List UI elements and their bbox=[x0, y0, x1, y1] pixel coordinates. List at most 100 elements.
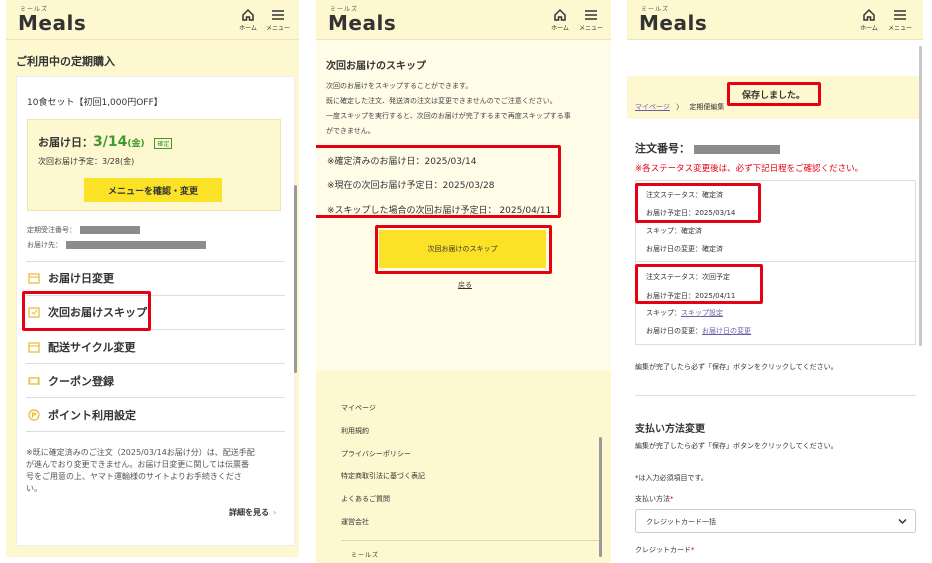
highlight-dates bbox=[316, 145, 561, 218]
hamburger-icon bbox=[894, 10, 906, 20]
block2-skip: スキップ：スキップ設定 bbox=[646, 308, 723, 318]
payment-method-select[interactable]: クレジットカード一括 bbox=[635, 509, 916, 533]
home-label: ホーム bbox=[860, 25, 878, 32]
save-note: 編集が完了したら必ず「保存」ボタンをクリックしてください。 bbox=[635, 363, 838, 371]
desc-line: 次回のお届けをスキップすることができます。 bbox=[326, 82, 473, 90]
payment-method-value: クレジットカード一括 bbox=[646, 518, 716, 526]
highlight-saved-message bbox=[727, 82, 821, 106]
note-line: ※既に確定済みのご注文（2025/03/14お届け分）は、配送手配 bbox=[26, 448, 255, 457]
home-button[interactable]: ホーム bbox=[235, 8, 261, 32]
points-icon: P bbox=[28, 409, 40, 421]
order-number-label: 定期受注番号： bbox=[27, 226, 76, 234]
home-button[interactable]: ホーム bbox=[856, 8, 882, 32]
details-link[interactable]: 詳細を見る › bbox=[229, 507, 276, 518]
status-warning: ※各ステータス変更後は、必ず下記日程をご確認ください。 bbox=[635, 164, 864, 174]
home-icon bbox=[863, 8, 875, 21]
cycle-calendar-icon bbox=[28, 342, 40, 353]
change-date-link[interactable]: お届け日の変更 bbox=[702, 327, 751, 335]
desc-line: 既に確定した注文、発送済の注文は変更できませんのでご注意ください。 bbox=[326, 97, 557, 105]
site-footer: マイページ 利用規約 プライバシーポリシー 特定商取引法に基づく表記 よくあるご… bbox=[316, 370, 611, 563]
svg-text:P: P bbox=[31, 412, 36, 420]
footer-logo-kana: ミールズ bbox=[351, 552, 380, 559]
scrollbar[interactable] bbox=[599, 437, 602, 557]
block2-change: お届け日の変更：お届け日の変更 bbox=[646, 326, 751, 336]
desc-line: ができません。 bbox=[326, 127, 375, 135]
block2-change-label: お届け日の変更： bbox=[646, 327, 702, 335]
desc-line: 一度スキップを実行すると、次回のお届けが完了するまで再度スキップする事 bbox=[326, 112, 571, 120]
next-delivery: 次回お届け予定：3/28(金) bbox=[38, 157, 135, 166]
menu-label: メニュー bbox=[578, 25, 603, 32]
order-number-redacted bbox=[80, 226, 140, 234]
menu-change-cycle[interactable]: 配送サイクル変更 bbox=[28, 337, 135, 357]
page-title: ご利用中の定期購入 bbox=[16, 55, 115, 68]
address-redacted bbox=[66, 241, 206, 249]
home-label: ホーム bbox=[239, 25, 257, 32]
site-header: ミールズ Meals ホーム メニュー bbox=[6, 0, 299, 40]
skip-settings-link[interactable]: スキップ設定 bbox=[681, 309, 723, 317]
delivery-day: (金) bbox=[127, 139, 145, 149]
footer-link-privacy[interactable]: プライバシーポリシー bbox=[341, 449, 411, 459]
order-number-label: 注文番号： bbox=[635, 142, 690, 155]
menu-coupon[interactable]: クーポン登録 bbox=[28, 371, 114, 391]
panel-order-edit: ミールズ Meals ホーム メニュー 保存しました。 マイページ 〉 定期便編… bbox=[627, 0, 923, 563]
block1-change: お届け日の変更：確定済 bbox=[646, 245, 723, 253]
payment-note: 編集が完了したら必ず「保存」ボタンをクリックしてください。 bbox=[635, 442, 838, 450]
calendar-icon bbox=[28, 273, 40, 284]
menu-points[interactable]: P ポイント利用設定 bbox=[28, 405, 136, 425]
logo[interactable]: Meals bbox=[18, 11, 86, 35]
credit-card-label: クレジットカード* bbox=[635, 545, 695, 555]
address-label: お届け先： bbox=[27, 241, 62, 249]
menu-label-0: お届け日変更 bbox=[48, 272, 114, 285]
breadcrumb-mypage[interactable]: マイページ bbox=[635, 103, 670, 111]
home-icon bbox=[242, 8, 254, 21]
required-mark: * bbox=[691, 546, 695, 554]
required-note: *は入力必須項目です。 bbox=[635, 474, 708, 482]
block2-skip-label: スキップ： bbox=[646, 309, 681, 317]
chevron-down-icon bbox=[898, 518, 907, 525]
confirm-menu-button[interactable]: メニューを確認・変更 bbox=[84, 178, 222, 202]
credit-card-label-text: クレジットカード bbox=[635, 546, 691, 554]
menu-button[interactable]: メニュー bbox=[887, 8, 913, 32]
hamburger-icon bbox=[585, 10, 597, 20]
order-number-redacted bbox=[694, 144, 780, 154]
menu-change-delivery-date[interactable]: お届け日変更 bbox=[28, 268, 114, 288]
scrollbar[interactable] bbox=[294, 185, 297, 373]
menu-label-3: クーポン登録 bbox=[48, 375, 114, 388]
menu-label-2: 配送サイクル変更 bbox=[48, 341, 136, 354]
highlight-block1 bbox=[635, 183, 761, 223]
menu-button[interactable]: メニュー bbox=[265, 8, 291, 32]
panel-skip: ミールズ Meals ホーム メニュー 次回お届けのスキップ 次回のお届けをスキ… bbox=[316, 0, 611, 563]
note-line: い。 bbox=[26, 484, 42, 493]
footer-link-mypage[interactable]: マイページ bbox=[341, 403, 376, 413]
back-link[interactable]: 戻る bbox=[458, 280, 472, 290]
logo[interactable]: Meals bbox=[328, 11, 396, 35]
footer-link-company[interactable]: 運営会社 bbox=[341, 517, 369, 527]
note-text: ※既に確定済みのご注文（2025/03/14お届け分）は、配送手配 が進んでおり… bbox=[26, 447, 288, 495]
highlight-block2 bbox=[635, 264, 763, 304]
breadcrumb-separator: 〉 bbox=[676, 103, 684, 111]
breadcrumb: マイページ 〉 定期便編集 bbox=[635, 102, 724, 112]
breadcrumb-current: 定期便編集 bbox=[689, 103, 725, 111]
footer-link-tokushoho[interactable]: 特定商取引法に基づく表記 bbox=[341, 471, 425, 481]
logo[interactable]: Meals bbox=[639, 11, 707, 35]
scrollbar[interactable] bbox=[919, 46, 922, 346]
home-icon bbox=[554, 8, 566, 21]
note-line: が進んでおり変更できません。お届け日変更に関しては伝票番 bbox=[26, 460, 249, 469]
site-header: ミールズ Meals ホーム メニュー bbox=[316, 0, 611, 40]
footer-link-faq[interactable]: よくあるご質問 bbox=[341, 494, 390, 504]
hamburger-icon bbox=[272, 10, 284, 20]
home-button[interactable]: ホーム bbox=[547, 8, 573, 32]
footer-link-terms[interactable]: 利用規約 bbox=[341, 426, 369, 436]
menu-label: メニュー bbox=[887, 25, 912, 32]
menu-label: メニュー bbox=[265, 25, 290, 32]
payment-title: 支払い方法変更 bbox=[635, 424, 705, 435]
order-number-row: 定期受注番号： bbox=[27, 225, 140, 235]
payment-method-label-text: 支払い方法 bbox=[635, 495, 670, 503]
block1-skip: スキップ：確定済 bbox=[646, 227, 702, 235]
site-header: ミールズ Meals ホーム メニュー bbox=[627, 0, 923, 40]
required-mark: * bbox=[670, 495, 674, 503]
home-label: ホーム bbox=[551, 25, 569, 32]
payment-method-label: 支払い方法* bbox=[635, 494, 674, 504]
order-number: 注文番号： bbox=[635, 140, 780, 156]
menu-button[interactable]: メニュー bbox=[578, 8, 604, 32]
